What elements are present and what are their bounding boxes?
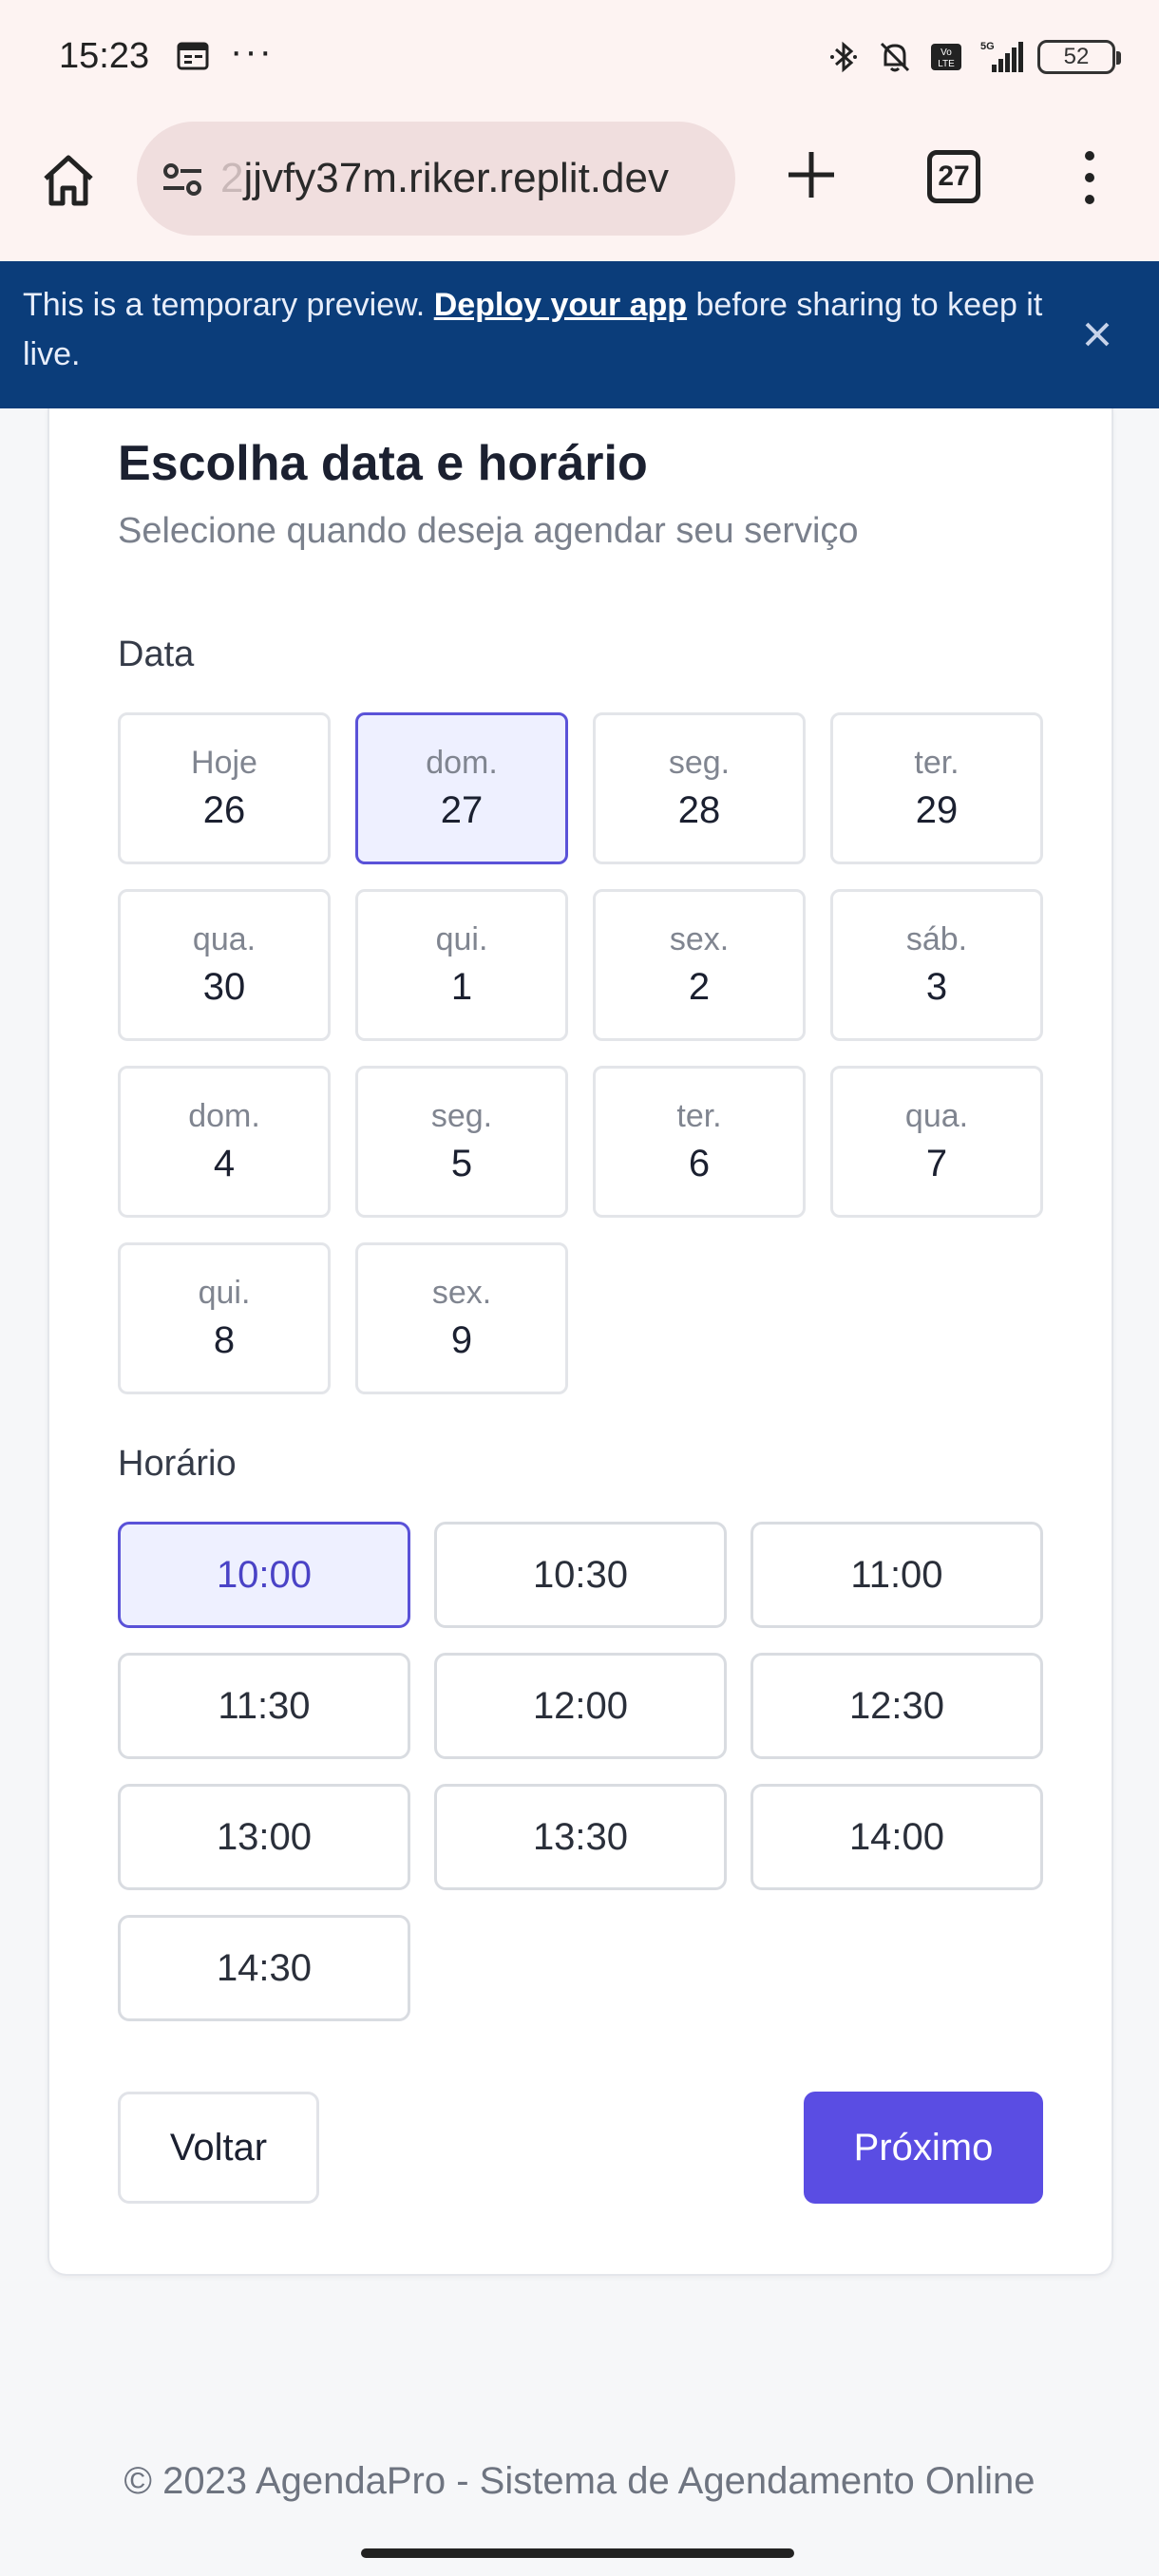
date-weekday: seg. bbox=[430, 1098, 493, 1134]
time-slot-option[interactable]: 13:30 bbox=[434, 1784, 727, 1890]
date-number: 7 bbox=[925, 1143, 948, 1184]
date-number: 6 bbox=[688, 1143, 711, 1184]
date-number: 8 bbox=[213, 1319, 236, 1361]
tab-switcher-button[interactable]: 27 bbox=[927, 150, 980, 203]
new-tab-icon[interactable] bbox=[779, 142, 844, 207]
date-number: 5 bbox=[450, 1143, 473, 1184]
date-weekday: dom. bbox=[426, 745, 498, 781]
time-slot-option[interactable]: 14:30 bbox=[118, 1915, 410, 2021]
svg-text:Vo: Vo bbox=[940, 47, 952, 58]
date-number: 3 bbox=[925, 966, 948, 1008]
date-number: 26 bbox=[202, 789, 246, 831]
mute-bell-icon bbox=[880, 42, 910, 72]
home-icon bbox=[44, 155, 93, 206]
date-option[interactable]: Hoje 26 bbox=[118, 712, 331, 864]
date-weekday: dom. bbox=[188, 1098, 260, 1134]
battery-icon: 52 bbox=[1037, 40, 1121, 74]
date-number: 2 bbox=[688, 966, 711, 1008]
signal-5g-icon: 5G bbox=[980, 41, 1023, 72]
svg-text:5G: 5G bbox=[980, 41, 995, 52]
time-slot-option[interactable]: 12:30 bbox=[750, 1653, 1043, 1759]
url-host: jjvfy37m.riker.replit.dev bbox=[243, 155, 669, 201]
time-slot-option[interactable]: 10:00 bbox=[118, 1522, 410, 1628]
date-number: 4 bbox=[213, 1143, 236, 1184]
battery-level: 52 bbox=[1063, 44, 1090, 69]
browser-toolbar: 2jjvfy37m.riker.replit.dev 27 bbox=[0, 114, 1159, 261]
date-number: 9 bbox=[450, 1319, 473, 1361]
date-weekday: qua. bbox=[904, 1098, 969, 1134]
time-grid: 10:00 10:30 11:00 11:30 12:00 12:30 13:00 13:30… bbox=[118, 1522, 1043, 2021]
preview-banner: This is a temporary preview. Deploy your… bbox=[0, 261, 1159, 408]
time-slot-option[interactable]: 12:00 bbox=[434, 1653, 727, 1759]
date-number: 28 bbox=[677, 789, 721, 831]
date-weekday: Hoje bbox=[191, 745, 257, 781]
time-slot-option[interactable]: 13:00 bbox=[118, 1784, 410, 1890]
home-button[interactable] bbox=[34, 146, 103, 215]
status-icons: Vo LTE 5G 52 bbox=[825, 34, 1121, 80]
time-slot-option[interactable]: 11:30 bbox=[118, 1653, 410, 1759]
status-time: 15:23 bbox=[59, 36, 150, 76]
date-weekday: sáb. bbox=[905, 921, 968, 957]
date-option[interactable]: qui. 1 bbox=[355, 889, 568, 1041]
date-weekday: sex. bbox=[669, 921, 730, 957]
date-weekday: seg. bbox=[668, 745, 731, 781]
banner-text: This is a temporary preview. Deploy your… bbox=[23, 280, 1049, 379]
time-section-label: Horário bbox=[118, 1444, 237, 1484]
date-option[interactable]: qua. 30 bbox=[118, 889, 331, 1041]
svg-text:LTE: LTE bbox=[938, 59, 955, 69]
date-number: 30 bbox=[202, 966, 246, 1008]
next-button[interactable]: Próximo bbox=[804, 2092, 1043, 2204]
banner-text-before: This is a temporary preview. bbox=[23, 287, 434, 323]
more-notifications-icon: ··· bbox=[230, 30, 274, 72]
volte-icon: Vo LTE bbox=[931, 44, 961, 70]
schedule-card: Escolha data e horário Selecione quando … bbox=[48, 408, 1113, 2276]
back-button[interactable]: Voltar bbox=[118, 2092, 319, 2204]
date-option[interactable]: seg. 5 bbox=[355, 1066, 568, 1218]
page-subtitle: Selecione quando deseja agendar seu serv… bbox=[118, 511, 859, 551]
bluetooth-icon bbox=[830, 41, 857, 73]
date-option[interactable]: qua. 7 bbox=[830, 1066, 1043, 1218]
date-option[interactable]: sex. 9 bbox=[355, 1242, 568, 1394]
date-option[interactable]: seg. 28 bbox=[593, 712, 806, 864]
date-option[interactable]: ter. 29 bbox=[830, 712, 1043, 864]
footer-copyright: © 2023 AgendaPro - Sistema de Agendament… bbox=[124, 2460, 1036, 2502]
deploy-app-link[interactable]: Deploy your app bbox=[434, 287, 687, 323]
date-number: 27 bbox=[440, 789, 484, 831]
calendar-notification-icon bbox=[177, 42, 209, 70]
date-grid: Hoje 26 dom. 27 seg. 28 ter. 29 qua. 30 qui. 1 sex. 2… bbox=[118, 712, 1043, 1394]
date-option[interactable]: dom. 27 bbox=[355, 712, 568, 864]
tab-count: 27 bbox=[938, 161, 970, 192]
gesture-home-indicator[interactable] bbox=[361, 2548, 794, 2558]
date-weekday: qui. bbox=[198, 1275, 251, 1311]
time-slot-option[interactable]: 10:30 bbox=[434, 1522, 727, 1628]
date-option[interactable]: sex. 2 bbox=[593, 889, 806, 1041]
date-number: 1 bbox=[450, 966, 473, 1008]
time-slot-option[interactable]: 11:00 bbox=[750, 1522, 1043, 1628]
date-weekday: sex. bbox=[431, 1275, 492, 1311]
date-weekday: qui. bbox=[435, 921, 488, 957]
overflow-menu-icon[interactable] bbox=[1075, 144, 1104, 211]
time-slot-option[interactable]: 14:00 bbox=[750, 1784, 1043, 1890]
date-weekday: ter. bbox=[914, 745, 960, 781]
site-settings-icon[interactable] bbox=[158, 154, 207, 203]
status-bar: 15:23 ··· Vo LTE 5G 52 bbox=[0, 0, 1159, 114]
close-icon[interactable] bbox=[1074, 311, 1121, 358]
url-faded-prefix: 2 bbox=[220, 155, 244, 201]
url-text[interactable]: 2jjvfy37m.riker.replit.dev bbox=[220, 155, 714, 202]
date-number: 29 bbox=[915, 789, 959, 831]
date-option[interactable]: dom. 4 bbox=[118, 1066, 331, 1218]
address-bar[interactable]: 2jjvfy37m.riker.replit.dev bbox=[137, 122, 735, 236]
date-section-label: Data bbox=[118, 635, 195, 674]
date-option[interactable]: sáb. 3 bbox=[830, 889, 1043, 1041]
date-weekday: ter. bbox=[676, 1098, 722, 1134]
date-option[interactable]: ter. 6 bbox=[593, 1066, 806, 1218]
date-option[interactable]: qui. 8 bbox=[118, 1242, 331, 1394]
date-weekday: qua. bbox=[192, 921, 256, 957]
page-title: Escolha data e horário bbox=[118, 436, 648, 491]
